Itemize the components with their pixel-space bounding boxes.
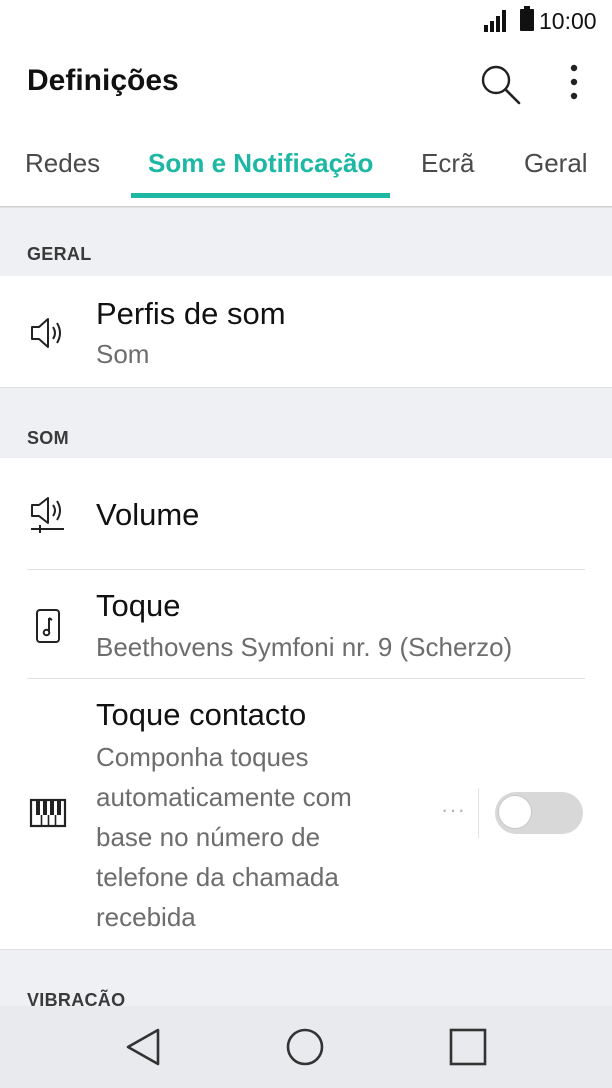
list-item-volume[interactable]: Volume [0, 458, 612, 569]
page-title: Definições [27, 64, 179, 97]
app-bar: Definições [0, 44, 612, 124]
list-item-perfis-de-som[interactable]: Perfis de som Som [0, 276, 612, 387]
toque-contacto-toggle[interactable] [495, 792, 583, 834]
item-title: Toque [96, 588, 181, 623]
status-bar: 10:00 [0, 0, 612, 44]
volume-icon [31, 497, 64, 533]
section-header-som: SOM [0, 387, 612, 459]
section-header-geral: GERAL [0, 207, 612, 277]
item-title: Perfis de som [96, 296, 286, 331]
home-icon[interactable] [283, 1025, 327, 1069]
description-line: automaticamente com [96, 782, 352, 812]
speaker-icon [31, 318, 61, 348]
item-subtitle: Som [96, 339, 150, 369]
back-icon[interactable] [122, 1025, 166, 1069]
item-title: Toque contacto [96, 697, 307, 732]
recents-icon[interactable] [446, 1025, 490, 1069]
active-tab-indicator [131, 193, 390, 198]
section-header-label: SOM [27, 428, 69, 448]
battery-icon [520, 6, 534, 31]
ringtone-icon [36, 609, 60, 643]
section-header-label: GERAL [27, 244, 92, 264]
item-description: Componha toques automaticamente com base… [96, 737, 416, 937]
tab-redes[interactable]: Redes [25, 148, 100, 179]
description-line: recebida [96, 902, 196, 932]
description-line: telefone da chamada [96, 862, 339, 892]
description-line: Componha toques [96, 742, 309, 772]
toggle-knob [498, 795, 532, 829]
more-options-dots[interactable]: ··· [441, 797, 466, 823]
search-icon[interactable] [478, 62, 522, 106]
tab-bar: Redes Som e Notificação Ecrã Geral [0, 124, 612, 208]
navigation-bar [0, 1006, 612, 1088]
tab-geral[interactable]: Geral [524, 148, 588, 179]
clock: 10:00 [539, 8, 597, 34]
item-subtitle: Beethovens Symfoni nr. 9 (Scherzo) [96, 632, 513, 662]
item-title: Volume [96, 497, 200, 532]
description-line: base no número de [96, 822, 321, 852]
signal-icon [484, 10, 510, 32]
tab-som-e-notificacao[interactable]: Som e Notificação [148, 148, 373, 179]
more-vert-icon[interactable] [556, 62, 592, 106]
list-item-toque-contacto[interactable]: Toque contacto Componha toques automatic… [0, 679, 612, 949]
tab-ecra[interactable]: Ecrã [421, 148, 474, 179]
piano-icon [29, 798, 67, 828]
vertical-separator [478, 788, 479, 838]
list-item-toque[interactable]: Toque Beethovens Symfoni nr. 9 (Scherzo) [0, 570, 612, 678]
